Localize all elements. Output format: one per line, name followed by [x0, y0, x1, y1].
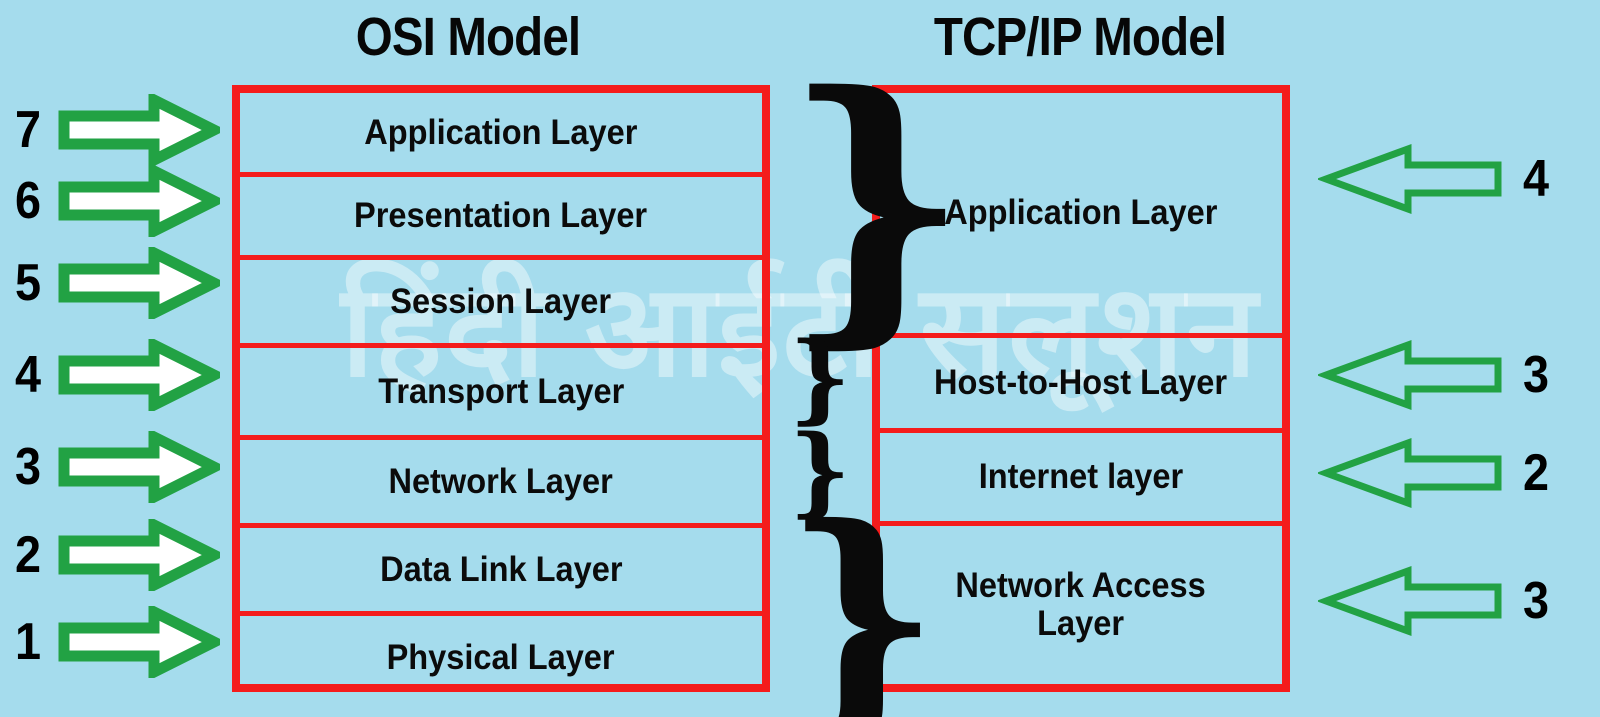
arrow-left-icon	[1315, 339, 1504, 411]
osi-layer-label: Data Link Layer	[379, 549, 623, 589]
osi-layer-label: Presentation Layer	[354, 196, 648, 236]
arrow-right-icon	[58, 244, 227, 322]
tcp-marker-1: 3	[1315, 565, 1558, 637]
osi-number-3: 3	[14, 438, 42, 496]
arrow-right-icon	[58, 162, 227, 240]
osi-layer-label: Network Layer	[388, 461, 614, 501]
tcp-number-3: 3	[1522, 346, 1550, 404]
osi-number-7: 7	[14, 101, 42, 159]
osi-layer-transport[interactable]: Transport Layer	[240, 348, 762, 440]
tcp-number-4: 4	[1522, 150, 1550, 208]
osi-layer-presentation[interactable]: Presentation Layer	[240, 177, 762, 260]
osi-layer-label: Session Layer	[390, 281, 612, 321]
osi-layer-datalink[interactable]: Data Link Layer	[240, 528, 762, 616]
brace-transport-group: }	[789, 321, 851, 434]
osi-number-6: 6	[14, 172, 42, 230]
arrow-right-icon	[58, 336, 227, 414]
tcp-number-1: 3	[1522, 572, 1550, 630]
osi-marker-4: 4	[6, 336, 227, 414]
osi-layer-label: Physical Layer	[387, 638, 615, 678]
tcp-layer-label: Host-to-Host Layer	[934, 363, 1228, 403]
tcp-marker-2: 2	[1315, 437, 1558, 509]
tcp-number-2: 2	[1522, 444, 1550, 502]
osi-layer-physical[interactable]: Physical Layer	[240, 616, 762, 700]
osi-layer-application[interactable]: Application Layer	[240, 93, 762, 177]
arrow-left-icon	[1315, 565, 1504, 637]
osi-marker-6: 6	[6, 162, 227, 240]
osi-number-5: 5	[14, 254, 42, 312]
osi-layer-network[interactable]: Network Layer	[240, 440, 762, 528]
osi-number-1: 1	[14, 613, 42, 671]
tcp-marker-4: 4	[1315, 143, 1558, 215]
brace-network-access-group: }	[783, 473, 941, 717]
tcp-layer-label: Network Access Layer	[955, 566, 1207, 643]
osi-marker-5: 5	[6, 244, 227, 322]
arrow-left-icon	[1315, 437, 1504, 509]
brace-application-group: }	[783, 33, 970, 373]
tcp-model-title: TCP/IP Model	[933, 7, 1227, 67]
tcp-layer-label: Internet layer	[978, 457, 1184, 497]
osi-marker-3: 3	[6, 428, 227, 506]
osi-marker-7: 7	[6, 91, 227, 169]
osi-layer-label: Transport Layer	[377, 371, 625, 411]
diagram-canvas: हिंदी आईटी सलूशन OSI Model TCP/IP Model …	[0, 0, 1600, 717]
arrow-left-icon	[1315, 143, 1504, 215]
osi-model-stack: Application Layer Presentation Layer Ses…	[232, 85, 770, 692]
arrow-right-icon	[58, 603, 227, 681]
osi-marker-1: 1	[6, 603, 227, 681]
osi-marker-2: 2	[6, 516, 227, 594]
tcp-layer-label: Application Layer	[944, 193, 1218, 233]
osi-layer-session[interactable]: Session Layer	[240, 260, 762, 348]
tcp-marker-3: 3	[1315, 339, 1558, 411]
osi-number-4: 4	[14, 346, 42, 404]
arrow-right-icon	[58, 516, 227, 594]
osi-model-title: OSI Model	[355, 7, 581, 67]
osi-layer-label: Application Layer	[364, 112, 638, 152]
arrow-right-icon	[58, 91, 227, 169]
osi-number-2: 2	[14, 526, 42, 584]
arrow-right-icon	[58, 428, 227, 506]
